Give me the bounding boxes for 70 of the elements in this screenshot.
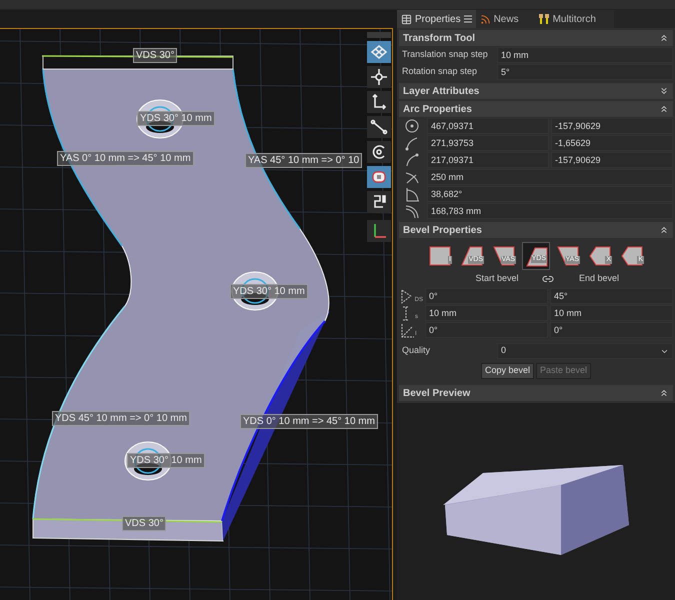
section-header[interactable]: Arc Properties (399, 101, 673, 117)
line-icon (369, 117, 389, 137)
section-header[interactable]: Transform Tool (399, 30, 673, 46)
quality-dropdown[interactable]: 0 (497, 343, 673, 359)
value-field[interactable]: 250 mm (427, 169, 673, 185)
collapse-icon[interactable] (659, 225, 669, 235)
panel-tab[interactable]: Properties (397, 10, 476, 28)
section-title: Bevel Preview (403, 386, 470, 400)
value-field[interactable]: 0° (425, 322, 548, 338)
value-field[interactable]: 467,09371 (427, 118, 549, 134)
value-field[interactable]: 168,783 mm (427, 203, 673, 219)
section-header[interactable]: Bevel Preview (399, 385, 673, 401)
crosshair-icon (369, 67, 389, 87)
crosshair-tool-button[interactable] (367, 66, 391, 88)
bevel-tool-button[interactable] (367, 166, 391, 188)
value-field[interactable]: 0° (425, 288, 548, 304)
edge-annotation: YDS 0° 10 mm => 45° 10 mm (240, 414, 378, 429)
menu-icon[interactable] (464, 15, 472, 23)
bevel-action-button[interactable]: Copy bevel (480, 363, 534, 379)
expand-icon[interactable] (659, 86, 669, 96)
value-field[interactable]: -157,90629 (551, 118, 673, 134)
section-title: Transform Tool (403, 32, 476, 46)
edge-annotation: YDS 30° 10 mm (230, 284, 308, 299)
section-title: Arc Properties (403, 102, 472, 116)
value-field[interactable]: 10 mm (550, 305, 673, 321)
section-header[interactable]: Layer Attributes (399, 83, 673, 99)
edge-annotation: VDS 30° (122, 516, 166, 531)
end-bevel-label: End bevel (578, 272, 620, 286)
section-title: Layer Attributes (403, 84, 480, 98)
value-field[interactable]: -157,90629 (551, 152, 673, 168)
value-field[interactable]: 0° (550, 322, 673, 338)
edge-annotation: VDS 30° (133, 48, 178, 63)
path-tool-button[interactable] (367, 191, 391, 213)
toolbar-handle[interactable] (367, 32, 391, 38)
edge-annotation: YDS 30° 10 mm (137, 111, 215, 126)
quality-label: Quality (401, 344, 432, 358)
axes-tool-button[interactable] (367, 91, 391, 113)
arc-length-icon (403, 203, 421, 219)
origin-tool-button[interactable] (367, 220, 391, 242)
table-icon (401, 14, 412, 24)
section-header[interactable]: Bevel Properties (399, 222, 673, 238)
arc-tool-button[interactable] (367, 141, 391, 163)
value-field[interactable]: 217,09371 (427, 152, 549, 168)
property-label: Translation snap step (401, 48, 489, 62)
collapse-icon[interactable] (659, 388, 669, 398)
torch-icon (538, 13, 550, 25)
link-icon[interactable] (542, 273, 554, 285)
start-bevel-label: Start bevel (474, 272, 520, 286)
rss-icon (480, 14, 491, 24)
collapse-icon[interactable] (659, 104, 669, 114)
collapse-icon[interactable] (659, 33, 669, 43)
panel-tab[interactable]: Multitorch (534, 10, 614, 28)
line-tool-button[interactable] (367, 116, 391, 138)
panel-tab[interactable]: News (476, 10, 534, 28)
edge-annotation: YAS 45° 10 mm => 0° 10 (245, 153, 362, 168)
value-field[interactable]: 10 mm (497, 47, 673, 63)
value-field[interactable]: 271,93753 (427, 135, 549, 151)
edge-annotation: YAS 0° 10 mm => 45° 10 mm (57, 151, 194, 166)
section-title: Bevel Properties (403, 224, 482, 238)
property-label: Rotation snap step (401, 65, 478, 78)
value-field[interactable]: 45° (550, 288, 673, 304)
grid-icon (369, 42, 389, 62)
edge-annotation: YDS 45° 10 mm => 0° 10 mm (52, 411, 190, 426)
value-field[interactable]: 5° (497, 64, 673, 80)
value-field[interactable]: -1,65629 (551, 135, 673, 151)
3d-viewport[interactable]: VDS 30° YDS 30° 10 mm YAS 0° 10 mm => 45° 10 mm YAS 45° 10 mm => 0° 10 YDS 30° 10 mm YDS 45° 10 mm => 0° 10 mm YDS 0° 10 mm => 45° 10 mm YDS 30° 10 mm VDS 30° (0, 28, 393, 600)
arc-center-icon (403, 118, 421, 134)
edge-annotation: YDS 30° 10 mm (127, 453, 205, 468)
value-field[interactable]: 10 mm (425, 305, 548, 321)
value-field[interactable]: 38,682° (427, 186, 673, 202)
